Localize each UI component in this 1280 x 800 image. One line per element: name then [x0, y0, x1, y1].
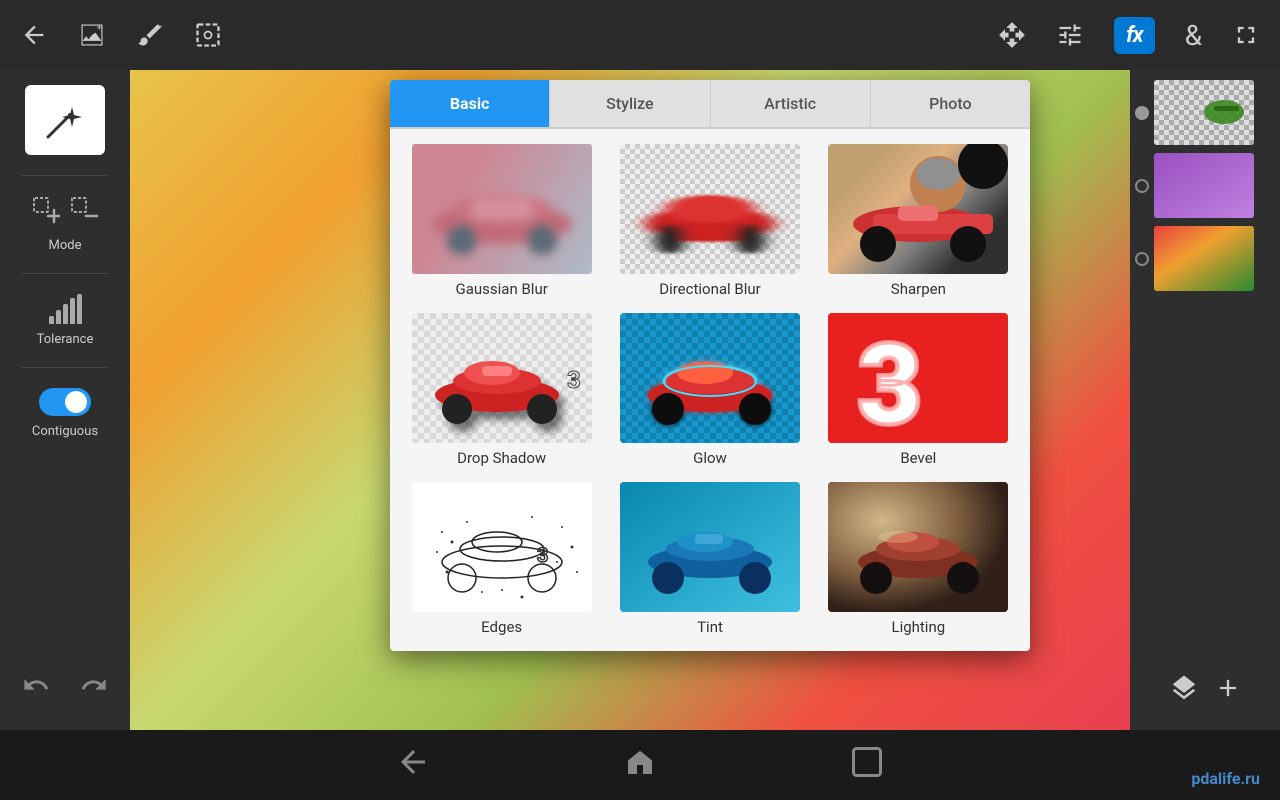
filter-tint[interactable]: Tint	[613, 482, 806, 636]
tab-basic[interactable]: Basic	[390, 80, 550, 127]
layer-item-2	[1135, 153, 1275, 218]
tint-label: Tint	[697, 618, 723, 636]
mode-subtract-icon[interactable]	[70, 196, 98, 230]
magic-wand-tool[interactable]	[25, 85, 105, 155]
mode-section: Mode	[10, 196, 120, 253]
divider-2	[21, 273, 109, 274]
filter-thumb-directional-blur	[620, 144, 800, 274]
toolbar-right: fx &	[998, 17, 1260, 54]
layer-radio-1[interactable]	[1135, 106, 1149, 120]
redo-button[interactable]	[80, 671, 108, 705]
bar-5	[77, 294, 82, 324]
divider-3	[21, 367, 109, 368]
watermark-text: pdalife.ru	[1191, 769, 1260, 788]
nav-back-button[interactable]	[395, 744, 431, 787]
mode-label: Mode	[49, 238, 82, 253]
layer-item-3	[1135, 226, 1275, 291]
contiguous-label: Contiguous	[32, 424, 98, 439]
tab-photo[interactable]: Photo	[871, 80, 1030, 127]
bar-2	[56, 310, 61, 324]
bevel-label: Bevel	[900, 449, 936, 467]
toggle-knob	[65, 391, 87, 413]
divider-1	[21, 175, 109, 176]
bar-4	[70, 298, 75, 324]
bottom-nav	[0, 730, 1280, 800]
layer-item-1	[1135, 80, 1275, 145]
svg-text:+: +	[97, 22, 102, 33]
gaussian-blur-label: Gaussian Blur	[456, 280, 548, 298]
layer-thumb-3[interactable]	[1154, 226, 1254, 291]
filter-thumb-sharpen	[828, 144, 1008, 274]
bar-1	[49, 316, 54, 324]
svg-text:3: 3	[567, 366, 581, 394]
nav-home-button[interactable]	[622, 744, 658, 787]
contiguous-toggle[interactable]	[39, 388, 91, 416]
back-button[interactable]	[20, 21, 48, 49]
layer-thumb-1[interactable]	[1154, 80, 1254, 145]
sharpen-label: Sharpen	[891, 280, 946, 298]
mode-icons	[32, 196, 98, 230]
filter-directional-blur[interactable]: Directional Blur	[613, 144, 806, 298]
contiguous-section: Contiguous	[10, 388, 120, 439]
filter-tabs: Basic Stylize Artistic Photo	[390, 80, 1030, 129]
svg-text:3: 3	[858, 321, 922, 443]
layers-icon[interactable]	[1169, 673, 1199, 710]
bar-3	[63, 304, 68, 324]
filter-drop-shadow[interactable]: 3 Drop Shadow	[405, 313, 598, 467]
edges-label: Edges	[481, 618, 522, 636]
tolerance-label: Tolerance	[37, 332, 94, 347]
filter-thumb-drop-shadow: 3	[412, 313, 592, 443]
filter-thumb-edges: 3	[412, 482, 592, 612]
layer-radio-2[interactable]	[1135, 179, 1149, 193]
filter-thumb-glow	[620, 313, 800, 443]
ampersand-label: &	[1185, 19, 1202, 52]
add-image-button[interactable]: +	[78, 21, 106, 49]
left-sidebar: Mode Tolerance Contiguous	[0, 70, 130, 730]
expand-button[interactable]	[1232, 21, 1260, 49]
fx-label: fx	[1126, 23, 1143, 48]
filter-thumb-gaussian-blur	[412, 144, 592, 274]
brush-button[interactable]	[136, 21, 164, 49]
svg-text:3: 3	[537, 543, 548, 567]
right-bottom	[1169, 673, 1242, 710]
toolbar-left: +	[20, 21, 222, 49]
add-layer-button[interactable]	[1214, 674, 1242, 709]
filter-gaussian-blur[interactable]: Gaussian Blur	[405, 144, 598, 298]
layer-radio-3[interactable]	[1135, 252, 1149, 266]
filter-glow[interactable]: Glow	[613, 313, 806, 467]
top-toolbar: + fx &	[0, 0, 1280, 70]
fx-button[interactable]: fx	[1114, 17, 1155, 54]
watermark: pdalife.ru	[1191, 769, 1260, 788]
tolerance-section: Tolerance	[10, 294, 120, 347]
glow-label: Glow	[693, 449, 727, 467]
filter-sharpen[interactable]: Sharpen	[822, 144, 1015, 298]
mode-add-icon[interactable]	[32, 196, 60, 230]
move-button[interactable]	[998, 21, 1026, 49]
tolerance-bars-icon	[49, 294, 82, 324]
drop-shadow-label: Drop Shadow	[457, 449, 546, 467]
layer-thumb-2[interactable]	[1154, 153, 1254, 218]
layers-ampersand-button[interactable]: &	[1185, 19, 1202, 52]
tab-artistic[interactable]: Artistic	[711, 80, 871, 127]
filter-edges[interactable]: 3 Edges	[405, 482, 598, 636]
tab-stylize[interactable]: Stylize	[550, 80, 710, 127]
filter-dialog: Basic Stylize Artistic Photo	[390, 80, 1030, 651]
undo-button[interactable]	[22, 671, 50, 705]
directional-blur-label: Directional Blur	[659, 280, 761, 298]
filter-thumb-lighting	[828, 482, 1008, 612]
adjustments-button[interactable]	[1056, 21, 1084, 49]
filter-thumb-tint	[620, 482, 800, 612]
filter-grid: Gaussian Blur	[390, 129, 1030, 651]
filter-bevel[interactable]: 3 3 Bevel	[822, 313, 1015, 467]
right-sidebar	[1130, 70, 1280, 730]
undo-redo-section	[22, 671, 108, 705]
filter-thumb-bevel: 3 3	[828, 313, 1008, 443]
filter-lighting[interactable]: Lighting	[822, 482, 1015, 636]
selection-button[interactable]	[194, 21, 222, 49]
nav-recent-button[interactable]	[849, 744, 885, 787]
lighting-label: Lighting	[891, 618, 945, 636]
